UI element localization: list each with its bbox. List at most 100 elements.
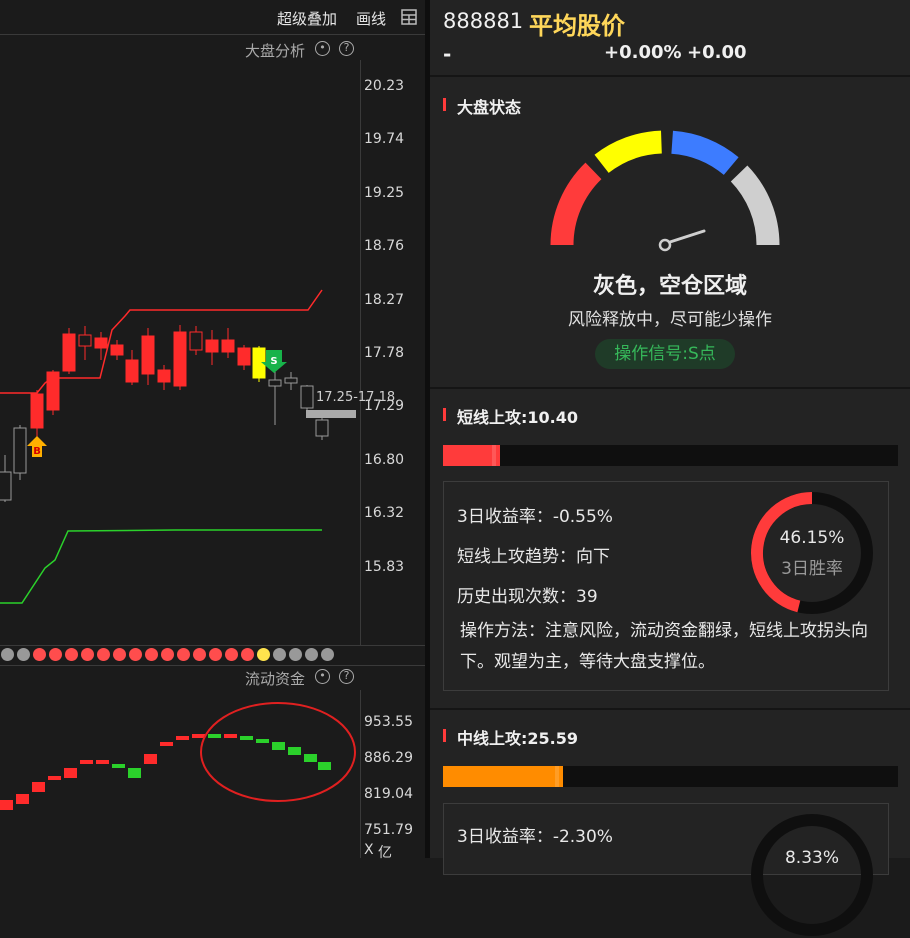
market-zone-text: 灰色，空仓区域 [592, 274, 747, 299]
candle [205, 330, 219, 365]
signal-dot [225, 648, 238, 661]
kline-y-tick: 20.23 [364, 78, 405, 94]
signal-dot [81, 648, 94, 661]
chart-toolbar: 超级叠加 画线 [0, 0, 425, 34]
kline-y-tick: 15.83 [364, 558, 405, 575]
flow-bar [16, 794, 29, 804]
signal-dot [177, 648, 190, 661]
short-method: 操作方法：注意风险，流动资金翻绿，短线上攻拐头向下。观望为主，等待大盘支撑位。 [460, 621, 868, 672]
flow-bar [272, 742, 285, 750]
kline-y-tick: 17.78 [364, 345, 405, 361]
flow-y-tick: 819.04 [364, 786, 413, 802]
flow-bar [144, 754, 157, 764]
short-divider [430, 708, 910, 710]
signal-dot [97, 648, 110, 661]
mid-win-rate-ring [751, 814, 873, 936]
header-divider [430, 75, 910, 77]
settings-dot-icon[interactable]: • [315, 41, 330, 56]
signal-dot [241, 648, 254, 661]
mid-attack-bar-fill [443, 766, 564, 787]
kline-bottom-divider [0, 645, 425, 646]
short-win-rate-label: 3日胜率 [781, 559, 843, 579]
flow-bar [0, 800, 13, 810]
candle [252, 346, 266, 382]
signal-dot [273, 648, 286, 661]
kline-y-tick: 19.25 [364, 184, 405, 201]
flow-bar [112, 764, 125, 768]
flow-bar [64, 768, 77, 778]
overlay-button[interactable]: 超级叠加 [277, 8, 337, 29]
toolbar-divider [0, 34, 425, 35]
signal-dot [1, 648, 14, 661]
layout-grid-icon[interactable] [401, 9, 417, 29]
mid-attack-bar [443, 766, 898, 787]
signal-dot [17, 648, 30, 661]
lower-band-line [0, 529, 322, 604]
flow-bar [208, 734, 221, 738]
flow-bar [176, 736, 189, 740]
market-divider [430, 387, 910, 389]
candle [300, 385, 314, 410]
flow-bar [318, 762, 331, 770]
candle [0, 455, 12, 502]
short-attack-card: 3日收益率：-0.55% 短线上攻趋势：向下 历史出现次数：39 操作方法：注意… [443, 481, 889, 691]
signal-dot [65, 648, 78, 661]
short-return-3d: 3日收益率：-0.55% [457, 507, 613, 527]
flow-bar [256, 739, 269, 743]
flow-y-tick: 886.29 [364, 750, 413, 766]
short-win-rate-ring [751, 492, 873, 614]
mid-attack-card: 3日收益率：-2.30% 8.33% [443, 803, 889, 936]
flow-bar [192, 734, 205, 738]
help-icon[interactable]: ? [339, 41, 354, 56]
gauge-segment [730, 165, 780, 246]
flow-chart[interactable] [0, 690, 360, 858]
flow-help-icon[interactable]: ? [339, 669, 354, 684]
market-desc-text: 风险释放中，尽可能少操作 [568, 310, 772, 330]
candle [13, 425, 27, 480]
short-trend: 短线上攻趋势：向下 [457, 547, 610, 567]
buy-marker-text: B [33, 446, 41, 457]
signal-dot [321, 648, 334, 661]
gauge-segment [550, 162, 602, 246]
flow-bar [48, 776, 61, 780]
short-win-rate: 46.15% [779, 528, 845, 548]
candle [189, 326, 203, 355]
candle [78, 326, 92, 360]
gauge-pivot [658, 238, 672, 252]
flow-y-tick: 751.79 [364, 822, 413, 838]
signal-dot-row [0, 647, 360, 663]
stock-change: +0.00 [687, 42, 747, 63]
mid-return-3d: 3日收益率：-2.30% [457, 827, 613, 847]
market-gauge [550, 130, 780, 252]
flow-bar [96, 760, 109, 764]
signal-dot [305, 648, 318, 661]
info-panel: 888881 平均股价 - +0.00% +0.00 大盘状态 灰色，空仓区域 … [430, 0, 910, 936]
mid-attack-title: 中线上攻:25.59 [443, 725, 578, 749]
kline-y-axis-line [360, 60, 361, 645]
signal-dot [33, 648, 46, 661]
stock-pct-change: +0.00% [604, 42, 682, 63]
kline-chart[interactable]: BS [0, 60, 360, 645]
candle [141, 328, 155, 385]
candle [284, 372, 298, 390]
signal-dot [145, 648, 158, 661]
candle [315, 415, 329, 440]
flow-bar [32, 782, 45, 792]
flow-bar [80, 760, 93, 764]
candle [173, 325, 187, 390]
flow-panel-title: 流动资金 [245, 670, 306, 688]
flow-top-divider [0, 665, 425, 666]
flow-y-axis-line [360, 690, 361, 858]
draw-line-button[interactable]: 画线 [356, 8, 386, 29]
buy-marker-icon: B [27, 436, 47, 457]
signal-dot [129, 648, 142, 661]
candle [221, 328, 235, 358]
flow-settings-dot-icon[interactable]: • [315, 669, 330, 684]
candle [110, 340, 124, 360]
kline-y-tick: 19.74 [364, 131, 405, 148]
signal-dot [289, 648, 302, 661]
operation-signal-badge: 操作信号:S点 [595, 339, 735, 369]
candle [30, 390, 44, 440]
flow-bar [240, 736, 253, 740]
market-state-title: 大盘状态 [443, 94, 521, 118]
